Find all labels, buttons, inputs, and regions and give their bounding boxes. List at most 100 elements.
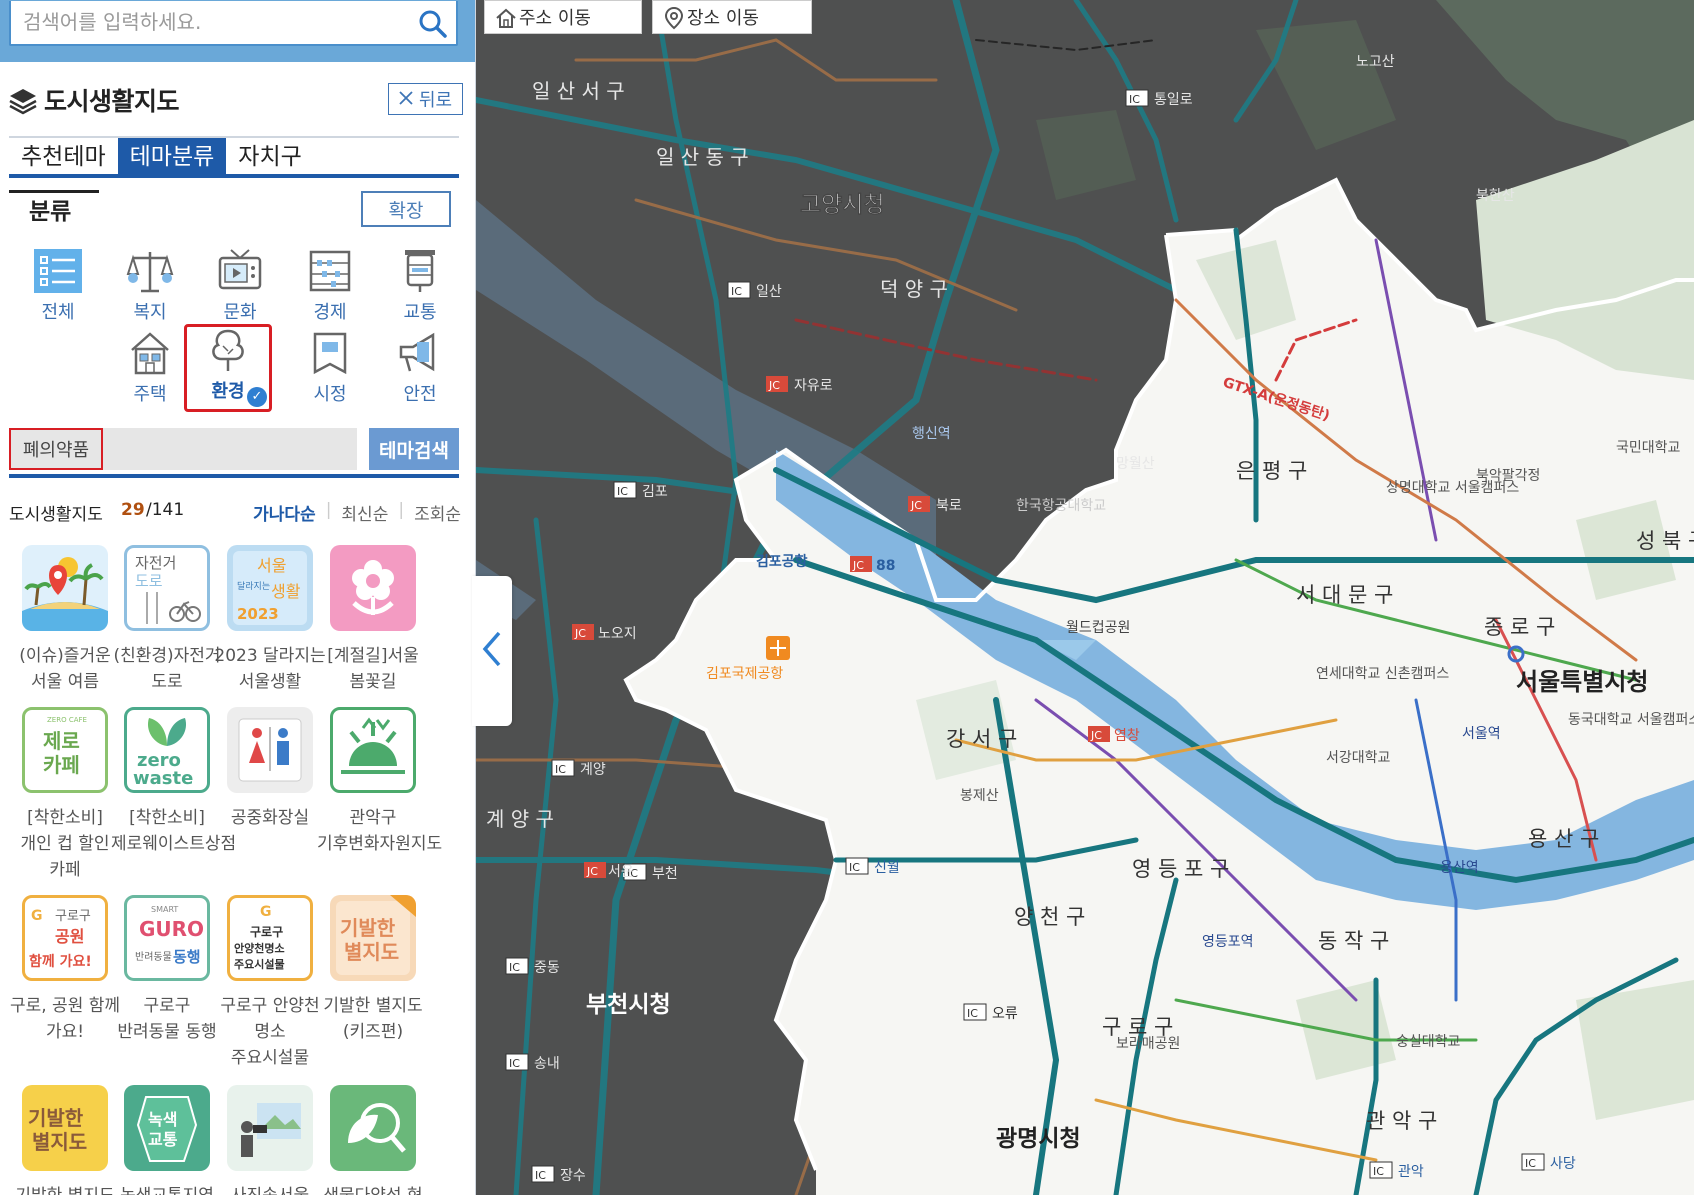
list-item-label: 생물다양성 현: [317, 1183, 429, 1195]
list-item[interactable]: 사진속서울: [214, 1085, 326, 1195]
list-item[interactable]: G 구로구 안양천명소 주요시설물 구로구 안양천 명소 주요시설물: [214, 895, 326, 1071]
megaphone-icon: [399, 332, 435, 372]
ilsanseo-label: 일 산 서 구: [532, 79, 625, 103]
list-item[interactable]: SMART GURO 반려동물 동행 구로구 반려동물 동행: [111, 895, 223, 1045]
sort-alphabetical[interactable]: 가나다순: [253, 500, 316, 525]
zero-waste-thumb: zero waste: [124, 707, 210, 793]
list-item[interactable]: [계절길]서울 봄꽃길: [317, 545, 429, 695]
jc-88-label: 88: [876, 558, 895, 574]
map-area[interactable]: 서울특별시청 고양시청 부천시청 광명시청 일 산 서 구 일 산 동 구 덕 …: [476, 0, 1694, 1195]
svg-text:서울: 서울: [257, 556, 286, 575]
list-item[interactable]: 기발한 별지도 기발한 별지도 (키즈편): [317, 895, 429, 1045]
svg-text:GURO: GURO: [139, 917, 204, 941]
list-item-label: [계절길]서울 봄꽃길: [327, 646, 419, 692]
panel-collapse-button[interactable]: [472, 576, 512, 726]
left-panel: 도시생활지도 뒤로 추천테마 테마분류 자치구 분류 확장 전체 복지 문화: [0, 0, 476, 1195]
category-economy[interactable]: 경제: [286, 248, 374, 326]
sangmyung-label: 상명대학교 서울캠퍼스: [1386, 480, 1519, 496]
category-traffic[interactable]: 교통: [376, 248, 464, 326]
category-label-safety: 안전: [403, 384, 437, 405]
panel-title: 도시생활지도: [44, 87, 180, 116]
list-item[interactable]: 서울 달라지는 생활 2023 2023 달라지는 서울생활: [214, 545, 326, 695]
mangwolsan-label: 망월산: [1116, 456, 1155, 472]
goyang-city-hall-label: 고양시청: [800, 192, 885, 218]
category-welfare[interactable]: 복지: [106, 248, 194, 326]
jc-badge: JC: [586, 865, 598, 878]
sort-views[interactable]: 조회순: [414, 500, 461, 525]
seongbuk-label: 성 북 구: [1636, 529, 1694, 553]
expand-button[interactable]: 확장: [361, 191, 451, 227]
tv-icon: [218, 249, 262, 290]
category-environment[interactable]: 환경 ✓: [184, 324, 272, 412]
list-item[interactable]: 생물다양성 현: [317, 1085, 429, 1195]
category-all[interactable]: 전체: [14, 248, 102, 326]
list-item[interactable]: 공중화장실: [214, 707, 326, 831]
search-input[interactable]: [23, 7, 393, 37]
ic-ilsan-label: 일산: [756, 284, 782, 300]
sort-newest[interactable]: 최신순: [341, 500, 388, 525]
yeongdeungpo-label: 영 등 포 구: [1132, 857, 1229, 881]
category-grid: 전체 복지 문화 경제 교통 주택 환경 ✓ 시정 안전: [10, 248, 460, 418]
list-total: /141: [146, 500, 185, 520]
ktx-haengsin-label: 행신역: [912, 426, 951, 442]
svg-text:제로: 제로: [43, 729, 80, 753]
svg-text:기발한: 기발한: [340, 916, 396, 940]
sogang-label: 서강대학교: [1326, 750, 1391, 766]
category-label-welfare: 복지: [133, 302, 167, 323]
restroom-thumb: [227, 707, 313, 793]
tab-category[interactable]: 테마분류: [117, 138, 227, 174]
tab-district[interactable]: 자치구: [226, 138, 313, 174]
panel-divider: [9, 474, 459, 478]
search-icon[interactable]: [418, 9, 448, 39]
category-culture[interactable]: 문화: [196, 248, 284, 326]
category-safety[interactable]: 안전: [376, 330, 464, 408]
yongsan-label: 용 산 구: [1528, 827, 1599, 851]
hankuk-aero-label: 한국항공대학교: [1016, 498, 1106, 514]
map-list: (이슈)즐거운 서울 여름 자전거 도로 (친환경)자전거 도로 서울 달라지는 생활…: [9, 545, 461, 1195]
category-label-all: 전체: [41, 302, 75, 323]
list-item[interactable]: 자전거 도로 (친환경)자전거 도로: [111, 545, 223, 695]
list-item[interactable]: G 구로구 공원 함께 가요! 구로, 공원 함께 가요!: [9, 895, 121, 1045]
list-item-label: (이슈)즐거운 서울 여름: [19, 646, 111, 692]
category-administration[interactable]: 시정: [286, 330, 374, 408]
sort-separator: |: [398, 500, 405, 520]
address-move-button[interactable]: 주소 이동: [484, 0, 642, 34]
list-item[interactable]: zero waste [착한소비]제로웨이스트상점: [111, 707, 236, 857]
back-button[interactable]: 뒤로: [388, 83, 463, 115]
svg-text:2023: 2023: [237, 605, 279, 623]
green-traffic-thumb: 녹색 교통: [124, 1085, 210, 1171]
theme-search-button[interactable]: 테마검색: [369, 428, 459, 470]
place-move-button[interactable]: 장소 이동: [652, 0, 812, 34]
svg-text:생활: 생활: [271, 582, 301, 601]
map-canvas[interactable]: 서울특별시청 고양시청 부천시청 광명시청 일 산 서 구 일 산 동 구 덕 …: [476, 0, 1694, 1195]
ic-badge: IC: [849, 861, 860, 874]
deogyang-label: 덕 양 구: [880, 277, 948, 301]
svg-text:기발한: 기발한: [28, 1106, 84, 1130]
list-item[interactable]: (이슈)즐거운 서울 여름: [9, 545, 121, 695]
svg-text:ZERO CAFE: ZERO CAFE: [47, 716, 87, 724]
list-item-label: 기발한 별지도 (키즈편): [323, 996, 423, 1042]
list-item[interactable]: ZERO CAFE 제로 카페 [착한소비] 개인 컵 할인 카페: [9, 707, 121, 883]
category-housing[interactable]: 주택: [106, 330, 194, 408]
gangseo-label: 강 서 구: [946, 727, 1017, 751]
ic-badge: IC: [967, 1007, 978, 1020]
ic-gwanak-label: 관악: [1398, 1164, 1424, 1180]
ic-oryu-label: 오류: [992, 1006, 1018, 1022]
theme-keyword-tag[interactable]: 폐의약품: [9, 428, 103, 470]
bucheon-city-hall-label: 부천시청: [586, 992, 671, 1018]
flower-thumb: [330, 545, 416, 631]
list-item[interactable]: 관악구 기후변화자원지도: [317, 707, 442, 857]
ic-bucheon-label: 부천: [652, 866, 678, 882]
ic-badge: IC: [731, 285, 742, 298]
tab-recommended[interactable]: 추천테마: [9, 138, 118, 174]
boramae-label: 보라매공원: [1116, 1036, 1180, 1052]
list-title: 도시생활지도: [9, 505, 103, 525]
yangcheon-label: 양 천 구: [1014, 905, 1085, 929]
list-item[interactable]: 녹색교통 녹색교통지역: [111, 1085, 223, 1195]
gimpo-airport-label: 김포공항: [756, 553, 808, 570]
category-label-economy: 경제: [313, 302, 347, 323]
ic-badge: IC: [617, 485, 628, 498]
list-item[interactable]: 기발한별지도 기발한 별지도: [9, 1085, 121, 1195]
ic-sadang-label: 사당: [1550, 1156, 1576, 1172]
ic-badge: IC: [555, 763, 566, 776]
